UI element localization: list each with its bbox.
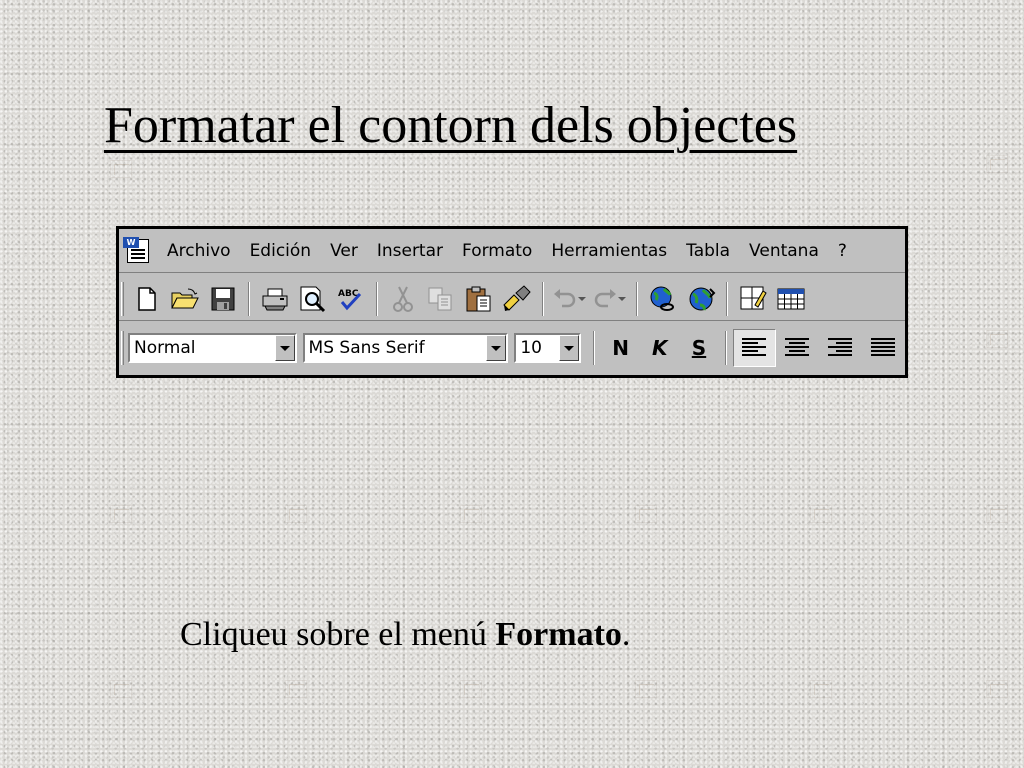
spelling-button[interactable]: ABC bbox=[332, 280, 370, 318]
redo-icon bbox=[594, 288, 616, 307]
menu-archivo[interactable]: Archivo bbox=[167, 241, 231, 261]
word-document-icon[interactable]: W bbox=[123, 236, 153, 265]
save-button[interactable] bbox=[204, 280, 242, 318]
toolbar-separator bbox=[248, 281, 250, 316]
background-watermark bbox=[110, 680, 132, 698]
font-combobox[interactable]: MS Sans Serif bbox=[302, 333, 509, 363]
menu-insertar[interactable]: Insertar bbox=[377, 241, 443, 261]
cut-icon bbox=[393, 286, 413, 312]
toolbar-separator bbox=[593, 331, 596, 365]
insert-hyperlink-button[interactable] bbox=[644, 280, 682, 318]
align-left-icon bbox=[742, 338, 767, 356]
instruction-caption: Cliqueu sobre el menú Formato. bbox=[180, 616, 630, 654]
font-value[interactable]: MS Sans Serif bbox=[305, 338, 487, 358]
standard-toolbar: ABC bbox=[119, 277, 905, 321]
menu-help[interactable]: ? bbox=[838, 241, 847, 261]
style-combobox[interactable]: Normal bbox=[127, 333, 297, 363]
background-watermark bbox=[110, 505, 132, 523]
print-preview-button[interactable] bbox=[294, 280, 332, 318]
format-painter-button[interactable] bbox=[498, 280, 536, 318]
caption-period: . bbox=[621, 616, 631, 653]
background-watermark bbox=[810, 680, 832, 698]
style-value[interactable]: Normal bbox=[130, 338, 275, 358]
toolbar-grip[interactable] bbox=[121, 331, 124, 365]
toolbar-separator bbox=[376, 281, 378, 316]
background-watermark bbox=[810, 505, 832, 523]
caption-menu-name: Formato bbox=[495, 616, 622, 653]
align-right-icon bbox=[828, 338, 853, 356]
justify-button[interactable] bbox=[862, 329, 905, 367]
center-button[interactable] bbox=[776, 329, 819, 367]
menu-ventana[interactable]: Ventana bbox=[749, 241, 819, 261]
background-watermark bbox=[460, 680, 482, 698]
background-watermark bbox=[285, 680, 307, 698]
background-watermark bbox=[460, 505, 482, 523]
bold-label: N bbox=[612, 336, 629, 360]
print-button[interactable] bbox=[256, 280, 294, 318]
open-button[interactable] bbox=[166, 280, 204, 318]
menu-ver[interactable]: Ver bbox=[330, 241, 358, 261]
style-dropdown-button[interactable] bbox=[274, 335, 295, 361]
menu-herramientas[interactable]: Herramientas bbox=[551, 241, 667, 261]
insert-hyperlink-icon bbox=[650, 286, 674, 311]
paste-icon bbox=[466, 286, 491, 311]
background-watermark bbox=[986, 330, 1008, 348]
background-watermark bbox=[986, 155, 1008, 173]
toolbar-separator bbox=[636, 281, 638, 316]
background-watermark bbox=[635, 680, 657, 698]
tables-borders-button[interactable] bbox=[734, 280, 772, 318]
font-dropdown-button[interactable] bbox=[486, 335, 507, 361]
align-right-button[interactable] bbox=[819, 329, 862, 367]
web-toolbar-icon bbox=[689, 287, 716, 310]
background-watermark bbox=[110, 160, 132, 178]
toolbar-separator bbox=[542, 281, 544, 316]
paste-button[interactable] bbox=[460, 280, 498, 318]
center-icon bbox=[785, 338, 810, 356]
copy-button[interactable] bbox=[422, 280, 460, 318]
underline-label: S bbox=[691, 336, 707, 360]
insert-table-icon bbox=[777, 288, 805, 309]
menu-tabla[interactable]: Tabla bbox=[686, 241, 730, 261]
font-size-combobox[interactable]: 10 bbox=[514, 333, 582, 363]
formatting-toolbar: Normal MS Sans Serif 10 N K S bbox=[119, 325, 905, 371]
format-painter-icon bbox=[503, 284, 531, 311]
italic-button[interactable]: K bbox=[640, 329, 679, 367]
cut-button[interactable] bbox=[384, 280, 422, 318]
undo-button[interactable] bbox=[550, 280, 580, 318]
insert-table-button[interactable] bbox=[772, 280, 810, 318]
word-toolbar-screenshot: W Archivo Edición Ver Insertar Formato H… bbox=[116, 226, 908, 378]
undo-icon bbox=[554, 288, 576, 307]
italic-label: K bbox=[652, 336, 668, 360]
menu-edicion[interactable]: Edición bbox=[250, 241, 312, 261]
menu-formato[interactable]: Formato bbox=[462, 241, 532, 261]
underline-button[interactable]: S bbox=[679, 329, 718, 367]
slide-title: Formatar el contorn dels objectes bbox=[104, 97, 798, 154]
caption-text: Cliqueu sobre el menú bbox=[180, 616, 496, 653]
menu-bar: W Archivo Edición Ver Insertar Formato H… bbox=[119, 229, 905, 273]
toolbar-separator bbox=[726, 281, 728, 316]
font-size-value[interactable]: 10 bbox=[516, 338, 559, 358]
align-left-button[interactable] bbox=[732, 329, 776, 367]
new-document-button[interactable] bbox=[128, 280, 166, 318]
print-icon bbox=[262, 288, 288, 310]
background-watermark bbox=[635, 505, 657, 523]
spelling-icon: ABC bbox=[338, 289, 362, 310]
toolbar-grip[interactable] bbox=[121, 281, 124, 316]
open-folder-icon bbox=[171, 288, 199, 308]
background-watermark bbox=[986, 680, 1008, 698]
toolbar-separator bbox=[724, 331, 727, 365]
justify-icon bbox=[871, 338, 896, 356]
font-size-dropdown-button[interactable] bbox=[559, 335, 580, 361]
new-document-icon bbox=[138, 286, 156, 311]
background-watermark bbox=[285, 505, 307, 523]
tables-borders-icon bbox=[740, 286, 767, 309]
web-toolbar-button[interactable] bbox=[682, 280, 720, 318]
copy-icon bbox=[428, 287, 452, 310]
bold-button[interactable]: N bbox=[601, 329, 640, 367]
redo-button[interactable] bbox=[590, 280, 620, 318]
save-icon bbox=[211, 287, 235, 310]
print-preview-icon bbox=[300, 286, 326, 312]
background-watermark bbox=[986, 505, 1008, 523]
